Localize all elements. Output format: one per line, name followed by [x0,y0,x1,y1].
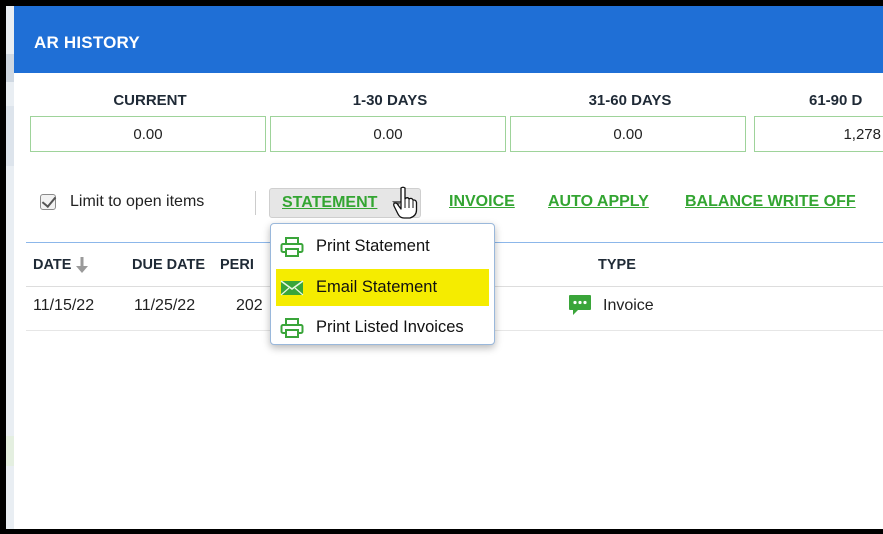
aging-1-30-label: 1-30 DAYS [352,92,428,109]
invoice-link[interactable]: INVOICE [449,193,515,211]
menu-item-label[interactable]: Print Listed Invoices [316,318,464,337]
ar-history-dialog: AR HISTORY CURRENT 1-30 DAYS 31-60 DAYS … [14,6,883,529]
column-header-date-label[interactable]: DATE [33,257,71,273]
aging-61-90-label: 61-90 D [809,92,863,109]
checkmark-icon [41,192,57,209]
printer-icon [280,318,304,338]
background-block [6,106,14,166]
menu-item-label[interactable]: Print Statement [316,237,430,256]
menu-item-print-statement[interactable]: Print Statement [276,228,489,265]
sort-descending-icon[interactable] [76,257,89,274]
column-header-due-date[interactable]: DUE DATE [132,257,205,273]
limit-open-items-label[interactable]: Limit to open items [70,193,204,211]
auto-apply-link[interactable]: AUTO APPLY [548,193,649,211]
row-period: 202 [236,297,263,314]
row-due-date: 11/25/22 [134,297,196,314]
printer-icon [280,237,304,257]
hand-pointer-cursor-icon [393,186,418,219]
dialog-title-bar: AR HISTORY [14,6,883,73]
chat-bubble-icon [569,295,591,315]
aging-31-60-label: 31-60 DAYS [588,92,672,109]
aging-current-label: CURRENT [113,92,187,109]
menu-item-email-statement[interactable]: Email Statement [276,269,489,306]
aging-1-30-value: 0.00 [270,116,506,152]
background-block [6,436,14,466]
background-page-strip [6,6,14,529]
row-type: Invoice [603,297,654,314]
aging-31-60-value: 0.00 [510,116,746,152]
background-block [6,54,14,82]
column-header-period[interactable]: PERI [220,257,254,273]
screenshot-frame-bottom [0,529,883,534]
statement-dropdown-menu: Print Statement Email Statement Print Li… [270,223,495,345]
dialog-title: AR HISTORY [34,33,140,52]
toolbar-divider [255,191,256,215]
row-date: 11/15/22 [33,297,95,314]
aging-61-90-value: 1,278 [754,116,883,152]
aging-current-value: 0.00 [30,116,266,152]
ar-toolbar: Limit to open items STATEMENT INVOICE AU… [14,188,883,218]
column-header-type[interactable]: TYPE [598,257,636,273]
envelope-icon [280,280,304,296]
menu-item-print-listed-invoices[interactable]: Print Listed Invoices [276,309,489,346]
limit-open-items-checkbox[interactable] [40,192,57,210]
balance-write-off-link[interactable]: BALANCE WRITE OFF [685,193,856,211]
menu-item-label[interactable]: Email Statement [316,278,437,297]
column-header-date[interactable]: DATE [33,257,89,274]
statement-button-label[interactable]: STATEMENT [282,194,377,212]
